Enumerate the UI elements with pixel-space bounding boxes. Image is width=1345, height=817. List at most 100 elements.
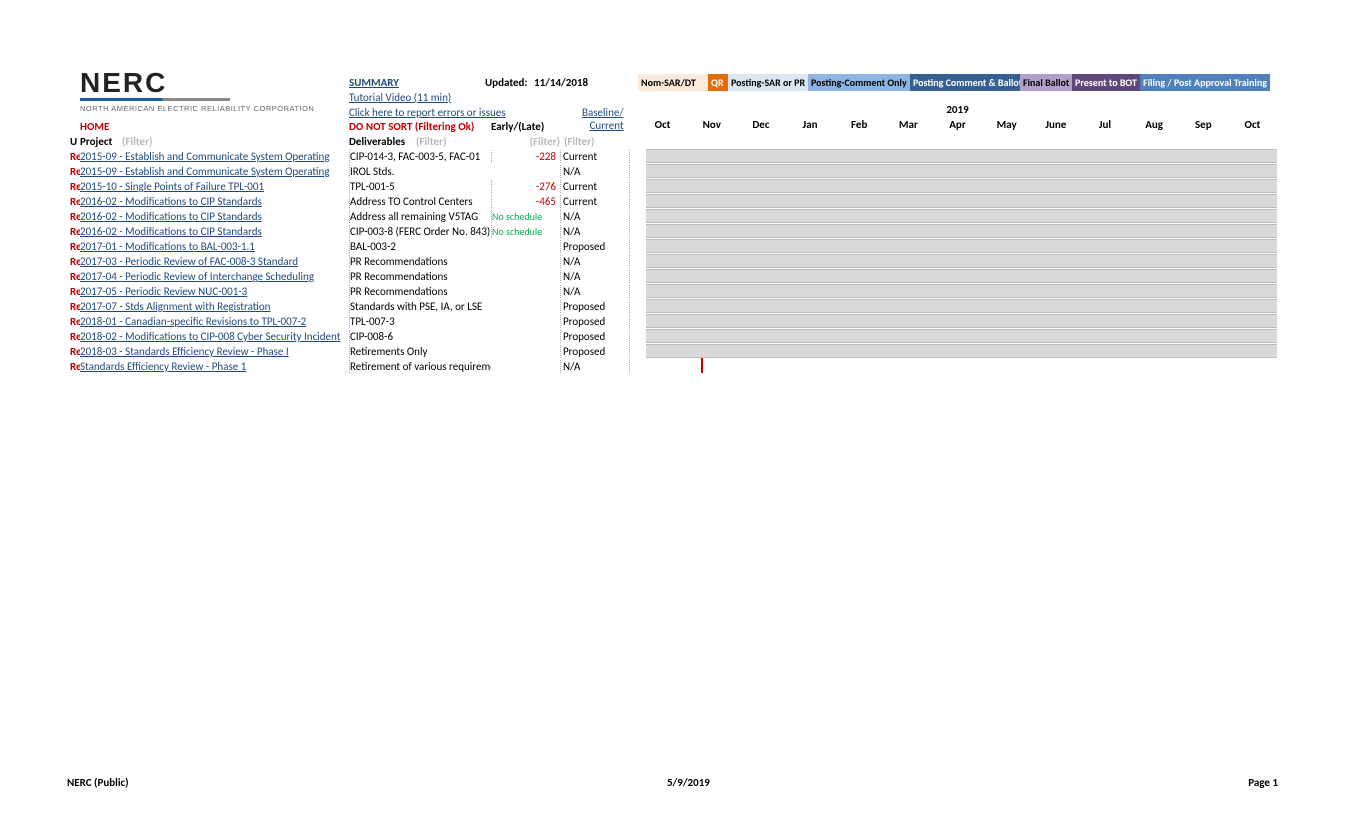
legend-nom-sar: Nom-SAR/DT [638,74,708,91]
project-link[interactable]: 2017-04 - Periodic Review of Interchange… [80,270,314,283]
status-cell: N/A [560,255,630,268]
header-links: SUMMARY Tutorial Video (11 min) Click he… [349,75,506,120]
row-prefix: Re [70,345,80,358]
footer-center: 5/9/2019 [667,776,710,789]
project-link[interactable]: 2018-03 - Standards Efficiency Review - … [80,345,289,358]
current-link[interactable]: Current [590,119,624,132]
early-late-cell: -465 [491,195,560,208]
gantt-row [646,179,1277,193]
project-link[interactable]: 2015-10 - Single Points of Failure TPL-0… [80,180,264,193]
legend-posting-comment: Posting-Comment Only [808,74,910,91]
table-row: Re2016-02 - Modifications to CIP Standar… [70,209,630,224]
col-early-filter[interactable]: (Filter) [492,135,560,148]
column-headers: U Project (Filter) Deliverables (Filter)… [70,134,630,149]
deliverables-cell: Retirements Only [349,345,491,358]
project-link[interactable]: 2016-02 - Modifications to CIP Standards [80,225,262,238]
status-cell: Current [560,150,630,163]
month-header: May [982,118,1031,131]
gantt-row [646,164,1277,178]
status-cell: N/A [560,285,630,298]
gantt-row [646,344,1277,358]
logo-bar [80,98,230,101]
table-row: Re2017-04 - Periodic Review of Interchan… [70,269,630,284]
row-prefix: Re [70,270,80,283]
gantt-row [646,194,1277,208]
deliverables-cell: TPL-007-3 [349,315,491,328]
gantt-row [646,359,1277,373]
table-row: Re2018-03 - Standards Efficiency Review … [70,344,630,359]
gantt-chart [646,149,1277,374]
deliverables-cell: Standards with PSE, IA, or LSE [349,300,491,313]
updated-label: Updated: [485,76,527,89]
project-link[interactable]: 2016-02 - Modifications to CIP Standards [80,195,262,208]
report-errors-link[interactable]: Click here to report errors or issues [349,106,506,119]
status-cell: Proposed [560,345,630,358]
row-prefix: Re [70,300,80,313]
deliverables-cell: Retirement of various requirements [349,360,491,373]
project-link[interactable]: 2017-07 - Stds Alignment with Registrati… [80,300,270,313]
deliverables-cell: PR Recommendations [349,255,491,268]
early-late-cell: No schedule [491,210,560,223]
row-prefix: Re [70,150,80,163]
table-row: Re2017-01 - Modifications to BAL-003-1.1… [70,239,630,254]
month-header: Oct [638,118,687,131]
status-cell: Proposed [560,315,630,328]
legend-qr: QR [708,74,728,91]
month-header: Jan [785,118,834,131]
project-link[interactable]: 2017-05 - Periodic Review NUC-001-3 [80,285,247,298]
page-footer: NERC (Public) 5/9/2019 Page 1 [67,776,1278,789]
row-prefix: Re [70,360,80,373]
project-link[interactable]: Standards Efficiency Review - Phase 1 [80,360,246,373]
month-header: Oct [1228,118,1277,131]
month-header-row: OctNovDecJanFebMarAprMayJuneJulAugSepOct [638,118,1277,131]
gantt-row [646,149,1277,163]
month-header: June [1031,118,1080,131]
deliverables-cell: CIP-008-6 [349,330,491,343]
project-link[interactable]: 2017-01 - Modifications to BAL-003-1.1 [80,240,255,253]
table-row: Re2018-02 - Modifications to CIP-008 Cyb… [70,329,630,344]
deliverables-cell: BAL-003-2 [349,240,491,253]
nerc-logo: NERC NORTH AMERICAN ELECTRIC RELIABILITY… [80,70,314,113]
project-link[interactable]: 2018-02 - Modifications to CIP-008 Cyber… [80,330,340,343]
status-cell: Current [560,195,630,208]
project-link[interactable]: 2017-03 - Periodic Review of FAC-008-3 S… [80,255,298,268]
logo-subtitle: NORTH AMERICAN ELECTRIC RELIABILITY CORP… [80,104,314,113]
legend-final-ballot: Final Ballot [1020,74,1072,91]
row-prefix: Re [70,225,80,238]
table-row: Re2017-03 - Periodic Review of FAC-008-3… [70,254,630,269]
status-cell: Current [560,180,630,193]
month-header: Aug [1130,118,1179,131]
table-row: ReStandards Efficiency Review - Phase 1 R… [70,359,630,374]
month-header: Mar [884,118,933,131]
project-link[interactable]: 2015-09 - Establish and Communicate Syst… [80,150,330,163]
baseline-link[interactable]: Baseline/ [582,106,624,119]
project-link[interactable]: 2016-02 - Modifications to CIP Standards [80,210,262,223]
month-header: Apr [933,118,982,131]
do-not-sort-label: DO NOT SORT (Filtering Ok) [349,120,474,133]
table-row: Re2017-05 - Periodic Review NUC-001-3PR … [70,284,630,299]
early-late-cell: No schedule [491,225,560,238]
deliverables-cell: Address TO Control Centers [349,195,491,208]
col-project-filter[interactable]: (Filter) [120,135,349,148]
col-status-filter[interactable]: (Filter) [560,135,630,148]
gantt-row [646,329,1277,343]
deliverables-cell: CIP-014-3, FAC-003-5, FAC-01 [349,150,491,163]
table-row: Re2018-01 - Canadian-specific Revisions … [70,314,630,329]
gantt-row [646,269,1277,283]
legend-posting-ballot: Posting Comment & Ballot [910,74,1020,91]
status-cell: N/A [560,165,630,178]
tutorial-link[interactable]: Tutorial Video (11 min) [349,91,451,104]
table-row: Re2016-02 - Modifications to CIP Standar… [70,194,630,209]
project-link[interactable]: 2015-09 - Establish and Communicate Syst… [80,165,330,178]
table-row: Re2015-09 - Establish and Communicate Sy… [70,149,630,164]
col-deliverables-filter[interactable]: (Filter) [416,135,492,148]
gantt-row [646,209,1277,223]
row-prefix: Re [70,165,80,178]
summary-link[interactable]: SUMMARY [349,76,399,89]
legend-filing: Filing / Post Approval Training [1140,74,1270,91]
project-link[interactable]: 2018-01 - Canadian-specific Revisions to… [80,315,306,328]
row-prefix: Re [70,195,80,208]
status-cell: Proposed [560,300,630,313]
row-prefix: Re [70,285,80,298]
col-u: U [70,135,80,148]
